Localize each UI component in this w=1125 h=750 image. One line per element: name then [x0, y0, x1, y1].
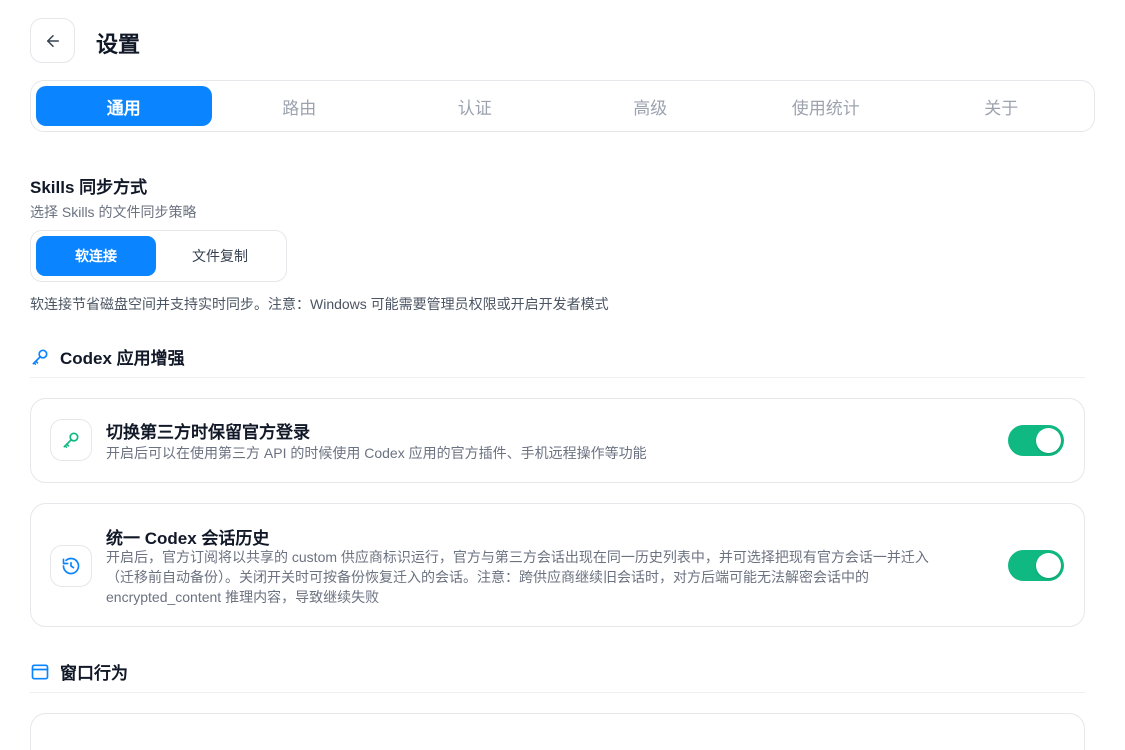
unify-history-title: 统一 Codex 会话历史	[106, 529, 270, 548]
unify-history-desc-line-1: 开启后，官方订阅将以共享的 custom 供应商标识运行，官方与第三方会话出现在…	[106, 549, 929, 565]
key-icon	[63, 432, 79, 448]
toggle-knob	[1036, 428, 1061, 453]
skills-sync-subtitle: 选择 Skills 的文件同步策略	[30, 204, 197, 220]
window-behavior-card	[30, 713, 1085, 750]
settings-tabs: 通用 路由 认证 高级 使用统计 关于	[30, 80, 1095, 132]
window-group-header: 窗口行为	[30, 659, 128, 684]
tab-about[interactable]: 关于	[914, 86, 1090, 126]
symlink-option-button[interactable]: 软连接	[36, 236, 156, 276]
tab-general[interactable]: 通用	[36, 86, 212, 126]
skills-sync-note: 软连接节省磁盘空间并支持实时同步。注意：Windows 可能需要管理员权限或开启…	[30, 296, 609, 312]
codex-group-title: Codex 应用增强	[60, 349, 185, 368]
file-copy-option-button[interactable]: 文件复制	[160, 236, 280, 276]
page-title: 设置	[96, 32, 141, 57]
toggle-knob	[1036, 553, 1061, 578]
keep-official-login-card: 切换第三方时保留官方登录 开启后可以在使用第三方 API 的时候使用 Codex…	[30, 398, 1085, 483]
divider	[30, 377, 1085, 378]
tab-auth[interactable]: 认证	[387, 86, 563, 126]
window-group-title: 窗口行为	[60, 664, 128, 683]
skills-sync-title: Skills 同步方式	[30, 178, 148, 197]
keep-official-login-toggle[interactable]	[1008, 425, 1064, 456]
divider	[30, 692, 1085, 693]
skills-sync-selector: 软连接 文件复制	[30, 230, 287, 282]
unify-history-desc-line-3: encrypted_content 推理内容，导致继续失败	[106, 589, 380, 605]
tab-advanced[interactable]: 高级	[563, 86, 739, 126]
keep-official-login-title: 切换第三方时保留官方登录	[106, 423, 310, 442]
tab-usage-stats[interactable]: 使用统计	[738, 86, 914, 126]
back-button[interactable]	[30, 18, 75, 63]
card-icon-box	[50, 419, 92, 461]
history-icon	[62, 557, 80, 575]
unify-history-toggle[interactable]	[1008, 550, 1064, 581]
unify-history-desc-line-2: （迁移前自动备份）。关闭开关时可按备份恢复迁入的会话。注意：跨供应商继续旧会话时…	[106, 569, 869, 585]
keep-official-login-desc: 开启后可以在使用第三方 API 的时候使用 Codex 应用的官方插件、手机远程…	[106, 445, 647, 461]
tab-routing[interactable]: 路由	[212, 86, 388, 126]
key-icon	[32, 349, 48, 365]
window-icon	[31, 664, 49, 679]
codex-group-header: Codex 应用增强	[30, 344, 185, 369]
unify-history-card: 统一 Codex 会话历史 开启后，官方订阅将以共享的 custom 供应商标识…	[30, 503, 1085, 627]
arrow-left-icon	[46, 34, 59, 47]
card-icon-box	[50, 545, 92, 587]
